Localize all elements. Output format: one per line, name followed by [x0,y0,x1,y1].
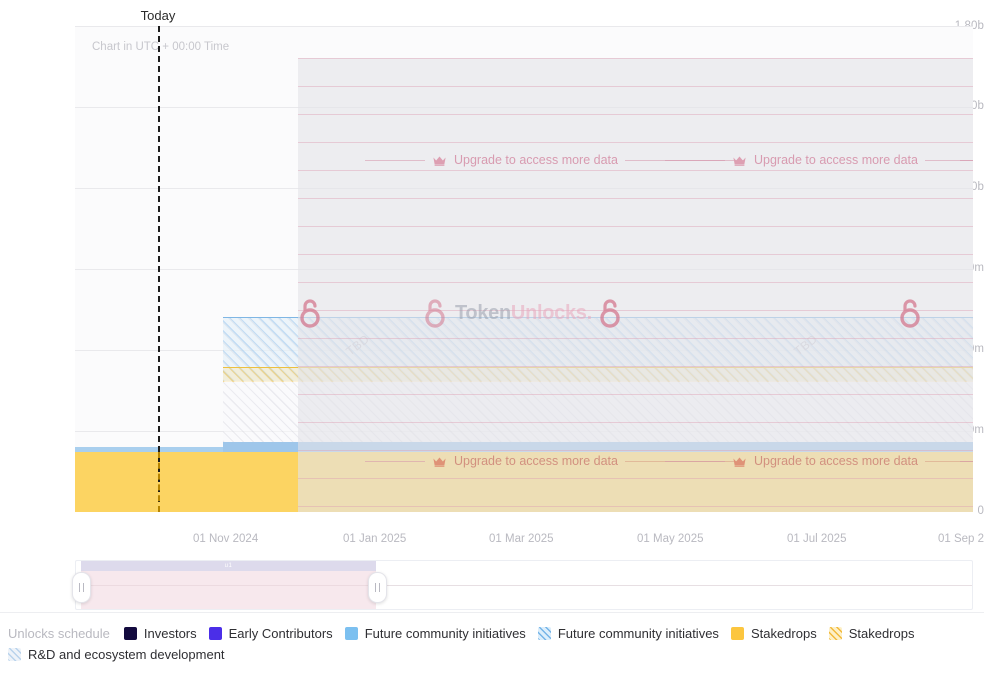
grip-line [375,583,376,592]
upgrade-cta[interactable]: Upgrade to access more data [665,454,973,468]
unlock-icon [423,298,447,328]
legend-label: Future community initiatives [365,626,526,641]
legend-swatch [345,627,358,640]
x-tick-label: 01 Jul 2025 [787,533,846,545]
today-marker-line [158,26,160,512]
legend-swatch [538,627,551,640]
legend-item-stakedrops-hatched[interactable]: Stakedrops [829,626,915,641]
unlock-icon [298,298,322,328]
upgrade-cta[interactable]: Upgrade to access more data [960,454,973,468]
upgrade-cta[interactable]: Upgrade to access more data [665,153,973,167]
range-slider-selection-label: u1 [225,563,233,569]
upgrade-cta-label: Upgrade to access more data [454,454,618,468]
unlock-icon [598,298,622,328]
upgrade-cta-label: Upgrade to access more data [454,153,618,167]
crown-icon [432,155,447,166]
upgrade-rule-left [365,160,425,161]
unlocks-chart[interactable]: 1.80b 1.50b 1.20b 900m 600m 300m 0 TBD T… [0,0,984,560]
range-slider-right-handle[interactable] [368,572,387,603]
upgrade-cta-label: Upgrade to access more data [754,153,918,167]
grip-line [79,583,80,592]
section-divider [0,612,984,613]
watermark-text: TokenUnlocks. [455,302,592,325]
plot-area[interactable]: TBD TBD Upgrade to access more data [75,26,973,512]
crown-icon [732,456,747,467]
legend-swatch [124,627,137,640]
x-tick-label: 01 Jan 2025 [343,533,406,545]
x-tick-label: 01 Nov 2024 [193,533,258,545]
upgrade-cta[interactable]: Upgrade to access more data [960,153,973,167]
x-tick-label: 01 Sep 2 [938,533,984,545]
legend-swatch [731,627,744,640]
legend-item-rnd-ecosystem-development[interactable]: R&D and ecosystem development [8,647,984,662]
x-tick-label: 01 May 2025 [637,533,704,545]
legend-label: R&D and ecosystem development [28,647,225,662]
legend-item-stakedrops[interactable]: Stakedrops [731,626,817,641]
range-slider-selection-header: u1 [81,561,376,571]
legend-swatch [829,627,842,640]
locked-stripe-pattern [298,58,973,512]
crown-icon [732,155,747,166]
grip-line [379,583,380,592]
locked-data-overlay[interactable] [298,58,973,512]
upgrade-rule-left [665,461,725,462]
range-slider-left-handle[interactable] [72,572,91,603]
range-slider[interactable]: u1 [75,560,973,610]
upgrade-rule-left [960,461,973,462]
today-label: Today [141,8,176,23]
legend-label: Stakedrops [751,626,817,641]
upgrade-rule-left [365,461,425,462]
gridline [75,26,973,27]
grip-line [83,583,84,592]
upgrade-rule-left [665,160,725,161]
legend-item-early-contributors[interactable]: Early Contributors [209,626,333,641]
legend-title: Unlocks schedule [8,626,110,641]
legend-label: Early Contributors [229,626,333,641]
legend-label: Stakedrops [849,626,915,641]
legend-swatch [8,648,21,661]
x-tick-label: 01 Mar 2025 [489,533,554,545]
legend-item-future-community-initiatives-hatched[interactable]: Future community initiatives [538,626,719,641]
legend-label: Future community initiatives [558,626,719,641]
upgrade-cta-label: Upgrade to access more data [754,454,918,468]
legend-item-future-community-initiatives[interactable]: Future community initiatives [345,626,526,641]
watermark: TokenUnlocks. [423,298,592,328]
legend-swatch [209,627,222,640]
utc-time-note: Chart in UTC + 00:00 Time [92,41,229,53]
unlock-icon [898,298,922,328]
upgrade-rule-left [960,160,973,161]
crown-icon [432,456,447,467]
legend-item-investors[interactable]: Investors [124,626,197,641]
legend-label: Investors [144,626,197,641]
today-marker-line-lower [158,452,160,512]
chart-legend: Unlocks schedule Investors Early Contrib… [8,626,984,662]
